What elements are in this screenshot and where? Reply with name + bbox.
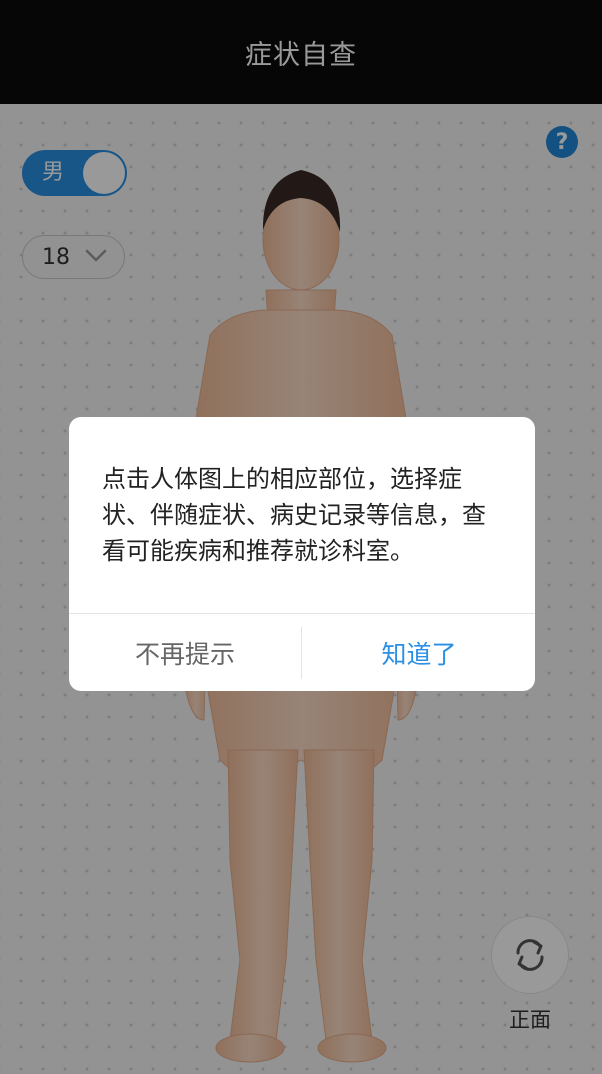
dialog-message: 点击人体图上的相应部位，选择症状、伴随症状、病史记录等信息，查看可能疾病和推荐就…: [102, 465, 486, 565]
dont-show-again-button[interactable]: 不再提示: [69, 614, 301, 691]
tip-dialog: 点击人体图上的相应部位，选择症状、伴随症状、病史记录等信息，查看可能疾病和推荐就…: [69, 417, 535, 691]
got-it-button[interactable]: 知道了: [303, 614, 535, 691]
dialog-button-divider: [301, 627, 302, 679]
